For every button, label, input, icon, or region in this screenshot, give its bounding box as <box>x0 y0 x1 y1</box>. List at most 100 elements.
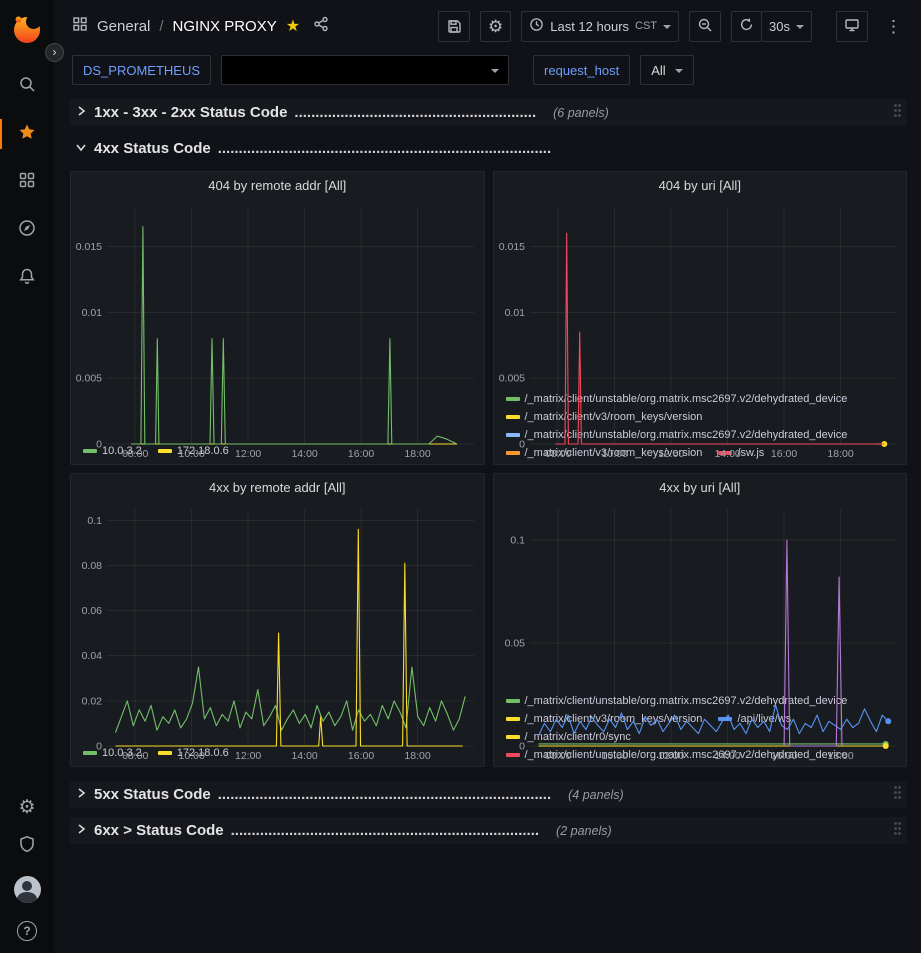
row-title-dots: ........................................… <box>294 104 536 121</box>
sidebar-item-search[interactable] <box>0 62 54 110</box>
chevron-down-icon <box>491 69 499 73</box>
grafana-logo-icon[interactable] <box>10 12 44 46</box>
topbar-actions: ⚙ Last 12 hours CST <box>438 11 909 42</box>
svg-text:16:00: 16:00 <box>770 448 796 460</box>
row-title: 4xx Status Code <box>94 140 211 157</box>
chevron-down-icon <box>675 69 683 73</box>
svg-text:18:00: 18:00 <box>827 750 853 762</box>
time-range-picker[interactable]: Last 12 hours CST <box>521 11 679 42</box>
sidebar: ⚙ ? <box>0 0 54 953</box>
chevron-right-icon <box>75 786 87 804</box>
svg-text:14:00: 14:00 <box>714 750 740 762</box>
chevron-down-icon <box>75 140 87 158</box>
svg-text:0.005: 0.005 <box>498 373 524 385</box>
panel-4xx-by-uri: 4xx by uri [All] 00.050.108:0010:0012:00… <box>493 473 908 767</box>
svg-text:08:00: 08:00 <box>122 448 148 460</box>
chevron-right-icon <box>75 822 87 840</box>
refresh-button[interactable] <box>731 11 762 42</box>
time-range-label: Last 12 hours <box>550 19 629 34</box>
panels-grid: 404 by remote addr [All] 00.0050.010.015… <box>70 171 907 767</box>
refresh-interval-select[interactable]: 30s <box>762 11 812 42</box>
sidebar-item-explore[interactable] <box>0 206 54 254</box>
svg-text:14:00: 14:00 <box>291 448 317 460</box>
sidebar-bottom: ⚙ ? <box>14 798 41 945</box>
svg-text:0.1: 0.1 <box>510 534 525 546</box>
time-series-chart[interactable]: 00.0050.010.01508:0010:0012:0014:0016:00… <box>71 199 484 442</box>
row-panel-count: (2 panels) <box>556 824 612 838</box>
refresh-group: 30s <box>731 11 812 42</box>
row-drag-handle[interactable] <box>893 785 902 805</box>
kebab-menu-button[interactable]: ⋮ <box>878 11 909 42</box>
svg-text:18:00: 18:00 <box>827 448 853 460</box>
admin-shield-icon[interactable] <box>18 835 36 858</box>
zoom-out-icon <box>697 17 713 36</box>
sidebar-menu <box>0 62 54 302</box>
chevron-down-icon <box>796 25 804 29</box>
datasource-value-select[interactable] <box>221 55 509 85</box>
sidebar-expand-button[interactable]: › <box>45 43 64 62</box>
svg-text:0: 0 <box>96 439 102 451</box>
time-series-chart[interactable]: 00.0050.010.01508:0010:0012:0014:0016:00… <box>494 199 907 390</box>
row-title-dots: ........................................… <box>218 786 551 803</box>
search-icon <box>18 75 36 98</box>
time-series-chart[interactable]: 00.020.040.060.080.108:0010:0012:0014:00… <box>71 501 484 744</box>
favorite-star-icon[interactable]: ★ <box>286 16 300 36</box>
svg-text:12:00: 12:00 <box>235 448 261 460</box>
dashboard-title: NGINX PROXY <box>173 18 277 35</box>
row-header-5xx[interactable]: 5xx Status Code ........................… <box>70 781 907 808</box>
bell-icon <box>18 267 36 290</box>
panel-404-by-uri: 404 by uri [All] 00.0050.010.01508:0010:… <box>493 171 908 465</box>
breadcrumb-section[interactable]: General <box>97 18 150 35</box>
row-header-1xx-3xx-2xx[interactable]: 1xx - 3xx - 2xx Status Code ............… <box>70 99 907 126</box>
monitor-icon <box>844 17 860 36</box>
svg-text:0.01: 0.01 <box>504 307 525 319</box>
help-icon[interactable]: ? <box>17 921 37 941</box>
panel-title[interactable]: 404 by uri [All] <box>494 172 907 199</box>
time-series-chart[interactable]: 00.050.108:0010:0012:0014:0016:0018:00 <box>494 501 907 692</box>
request-host-value-select[interactable]: All <box>640 55 693 85</box>
sidebar-item-alerting[interactable] <box>0 254 54 302</box>
timezone-label: CST <box>635 20 657 32</box>
clock-icon <box>529 17 544 35</box>
dashboards-grid-icon <box>18 171 36 194</box>
sidebar-item-starred[interactable] <box>0 110 54 158</box>
save-dashboard-button[interactable] <box>438 11 470 42</box>
row-title: 6xx > Status Code <box>94 822 224 839</box>
row-panel-count: (6 panels) <box>553 106 609 120</box>
request-host-variable-label[interactable]: request_host <box>533 55 630 85</box>
user-avatar[interactable] <box>14 876 41 903</box>
panel-title[interactable]: 4xx by uri [All] <box>494 474 907 501</box>
svg-text:08:00: 08:00 <box>545 448 571 460</box>
row-title-dots: ........................................… <box>231 822 539 839</box>
row-header-6xx[interactable]: 6xx > Status Code ......................… <box>70 817 907 844</box>
chevron-down-icon <box>663 25 671 29</box>
variables-bar: DS_PROMETHEUS request_host All <box>54 52 921 90</box>
sidebar-item-dashboards[interactable] <box>0 158 54 206</box>
row-drag-handle[interactable] <box>893 821 902 841</box>
svg-text:16:00: 16:00 <box>348 448 374 460</box>
datasource-variable-label[interactable]: DS_PROMETHEUS <box>72 55 211 85</box>
row-drag-handle[interactable] <box>893 103 902 123</box>
panel-title[interactable]: 404 by remote addr [All] <box>71 172 484 199</box>
apps-grid-icon[interactable] <box>72 16 88 37</box>
svg-text:0.04: 0.04 <box>82 650 103 662</box>
svg-text:16:00: 16:00 <box>770 750 796 762</box>
gear-icon: ⚙ <box>488 18 503 35</box>
panel-title[interactable]: 4xx by remote addr [All] <box>71 474 484 501</box>
svg-text:10:00: 10:00 <box>179 448 205 460</box>
svg-text:0: 0 <box>519 741 525 753</box>
tv-mode-button[interactable] <box>836 11 868 42</box>
svg-text:0: 0 <box>519 439 525 451</box>
svg-text:0.08: 0.08 <box>82 560 103 572</box>
refresh-icon <box>739 17 754 35</box>
zoom-out-button[interactable] <box>689 11 721 42</box>
row-title-dots: ........................................… <box>218 140 551 157</box>
dashboard-settings-button[interactable]: ⚙ <box>480 11 511 42</box>
svg-text:10:00: 10:00 <box>601 448 627 460</box>
settings-gear-icon[interactable]: ⚙ <box>18 798 35 817</box>
row-header-4xx[interactable]: 4xx Status Code ........................… <box>70 135 907 162</box>
refresh-interval-label: 30s <box>769 19 790 34</box>
share-icon[interactable] <box>313 16 329 37</box>
breadcrumb: General / NGINX PROXY ★ <box>72 16 438 37</box>
panel-4xx-by-remote-addr: 4xx by remote addr [All] 00.020.040.060.… <box>70 473 485 767</box>
